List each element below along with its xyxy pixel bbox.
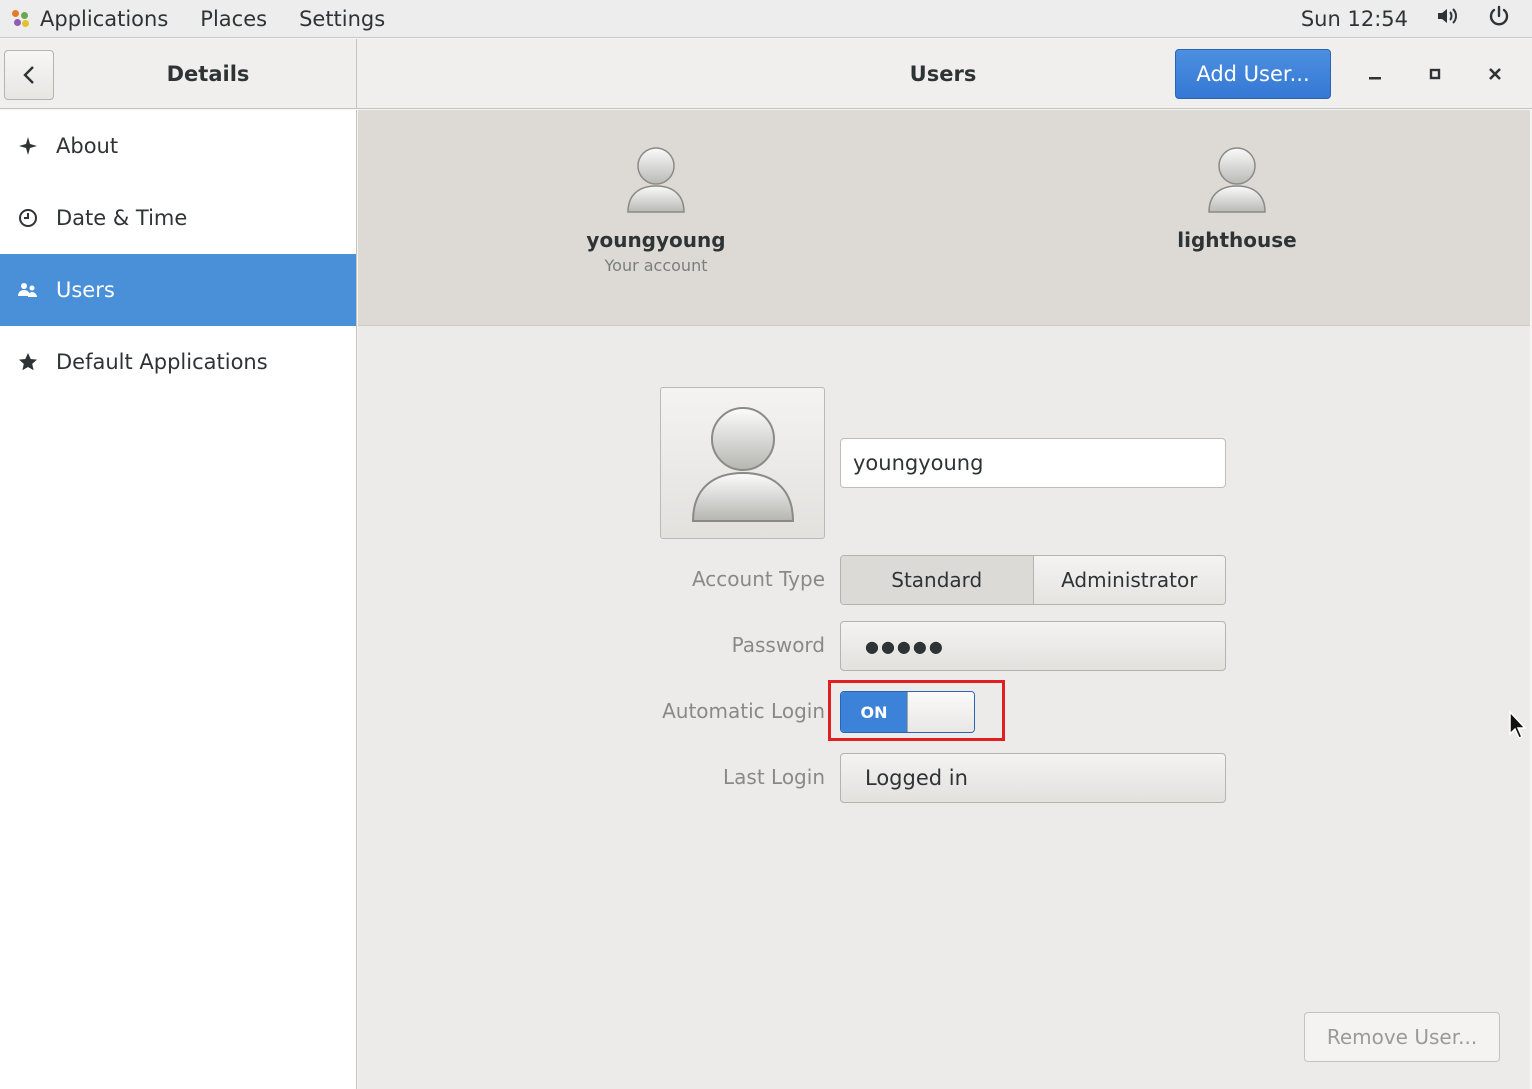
- switch-state: ON: [841, 692, 907, 732]
- sidebar-item-label: Users: [56, 278, 115, 302]
- automatic-login-switch[interactable]: ON: [840, 691, 975, 733]
- top-panel: Applications Places Settings Sun 12:54: [0, 0, 1532, 38]
- power-icon[interactable]: [1488, 5, 1510, 32]
- carousel-user-name: lighthouse: [1177, 228, 1297, 252]
- close-button[interactable]: [1470, 49, 1520, 99]
- maximize-button[interactable]: [1410, 49, 1460, 99]
- settings-menu[interactable]: Settings: [283, 7, 401, 31]
- account-type-label: Account Type: [691, 567, 825, 591]
- sparkle-icon: [0, 136, 56, 156]
- maximize-icon: [1429, 68, 1441, 80]
- back-button[interactable]: [4, 50, 54, 100]
- last-login-label: Last Login: [723, 765, 825, 789]
- add-user-button[interactable]: Add User...: [1175, 49, 1331, 99]
- user-avatar-button[interactable]: [660, 387, 825, 539]
- user-avatar-icon: [691, 407, 794, 522]
- clock[interactable]: Sun 12:54: [1301, 7, 1408, 31]
- close-icon: [1489, 68, 1501, 80]
- automatic-login-label: Automatic Login: [662, 699, 825, 723]
- account-type-administrator[interactable]: Administrator: [1032, 556, 1225, 604]
- sidebar-item-label: Default Applications: [56, 350, 268, 374]
- remove-user-button[interactable]: Remove User...: [1304, 1012, 1500, 1062]
- password-button[interactable]: ●●●●●: [840, 621, 1226, 671]
- star-icon: [0, 352, 56, 372]
- mouse-cursor-icon: [1509, 710, 1526, 739]
- sidebar-item-about[interactable]: About: [0, 110, 356, 182]
- user-carousel: youngyoung Your account lighthouse: [358, 110, 1530, 326]
- switch-knob: [907, 692, 974, 732]
- applications-menu[interactable]: Applications: [30, 7, 184, 31]
- account-type-selector: Standard Administrator: [840, 555, 1226, 605]
- carousel-user-youngyoung[interactable]: youngyoung Your account: [536, 146, 776, 275]
- header-left: Details: [0, 39, 357, 109]
- header-bar: Details Users Add User...: [0, 39, 1532, 109]
- carousel-user-name: youngyoung: [586, 228, 726, 252]
- last-login-button[interactable]: Logged in: [840, 753, 1226, 803]
- full-name-field[interactable]: youngyoung: [840, 438, 1226, 488]
- carousel-user-subtitle: Your account: [604, 256, 708, 275]
- details-title: Details: [166, 62, 250, 86]
- minimize-button[interactable]: [1350, 49, 1400, 99]
- users-panel: youngyoung Your account lighthouse young…: [358, 110, 1530, 1089]
- sidebar: About Date & Time Users Default Applicat…: [0, 110, 357, 1089]
- sidebar-item-date-time[interactable]: Date & Time: [0, 182, 356, 254]
- sidebar-item-users[interactable]: Users: [0, 254, 356, 326]
- sidebar-item-label: About: [56, 134, 119, 158]
- sidebar-item-default-applications[interactable]: Default Applications: [0, 326, 356, 398]
- users-icon: [0, 281, 56, 299]
- password-label: Password: [731, 633, 825, 657]
- volume-icon[interactable]: [1436, 6, 1460, 31]
- user-avatar-icon: [627, 147, 685, 213]
- account-type-standard[interactable]: Standard: [841, 556, 1033, 604]
- chevron-left-icon: [23, 66, 34, 84]
- clock-icon: [0, 208, 56, 228]
- minimize-icon: [1369, 77, 1381, 80]
- applications-icon: [12, 9, 30, 28]
- sidebar-item-label: Date & Time: [56, 206, 188, 230]
- user-avatar-icon: [1208, 147, 1266, 213]
- places-menu[interactable]: Places: [184, 7, 283, 31]
- carousel-user-lighthouse[interactable]: lighthouse: [1117, 146, 1357, 252]
